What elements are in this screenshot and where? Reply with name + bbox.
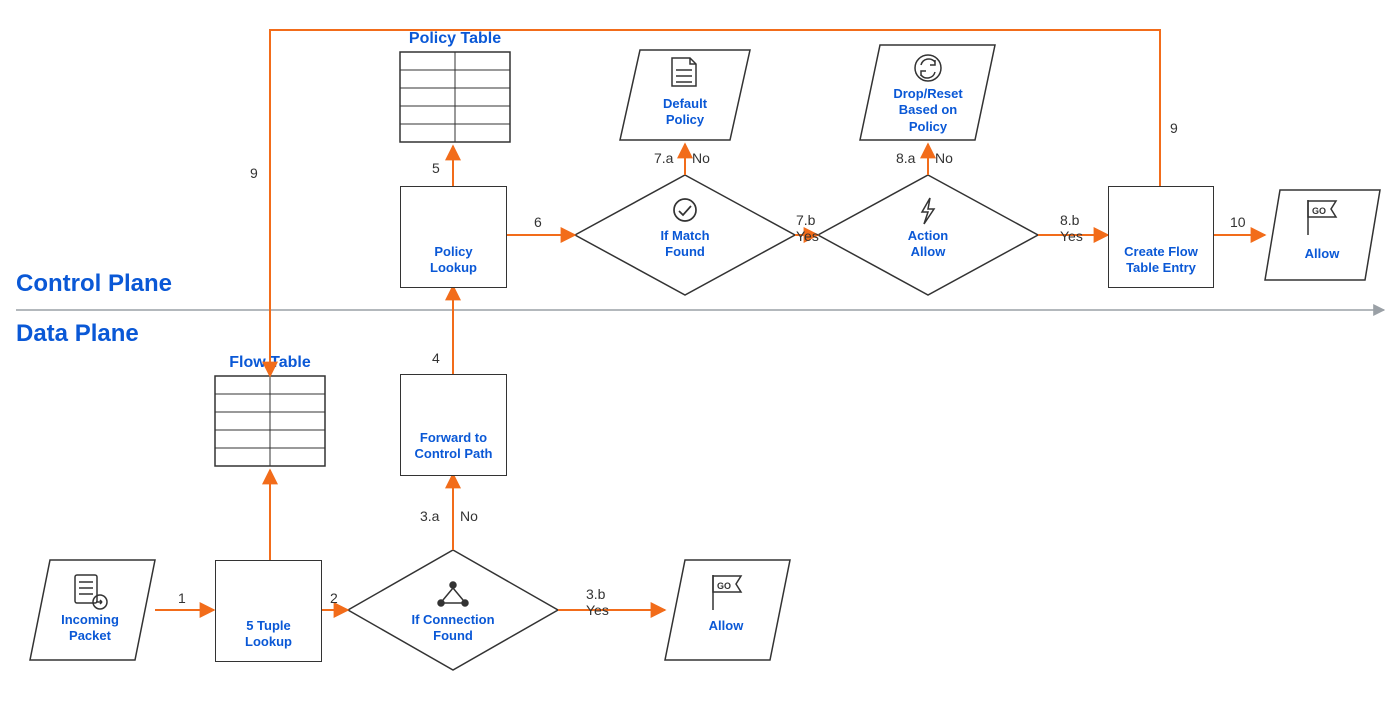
edge-7a-num: 7.a — [654, 150, 673, 166]
edge-10-num: 10 — [1230, 214, 1246, 230]
if-match-label-wrap: If Match Found — [615, 228, 755, 261]
action-allow-label-wrap: Action Allow — [858, 228, 998, 261]
incoming-packet-label-wrap: Incoming Packet — [40, 612, 140, 645]
svg-text:GO: GO — [1312, 206, 1326, 216]
edge-9d-num: 9 — [250, 165, 258, 181]
data-plane-label: Data Plane — [16, 320, 139, 348]
tuple-lookup: 5 Tuple Lookup — [215, 560, 322, 662]
edge-3b-num: 3.b — [586, 586, 605, 602]
edge-6-num: 6 — [534, 214, 542, 230]
default-policy-label: Default Policy — [630, 96, 740, 129]
policy-table-title: Policy Table — [395, 30, 515, 48]
document-icon — [672, 58, 696, 86]
policy-table — [400, 52, 510, 142]
graph-icon — [438, 582, 468, 606]
flow-table-title: Flow Table — [210, 354, 330, 372]
default-policy-label-wrap: Default Policy — [630, 96, 740, 129]
incoming-packet-label: Incoming Packet — [40, 612, 140, 645]
edge-5-num: 5 — [432, 160, 440, 176]
if-connection-label: If Connection Found — [383, 612, 523, 645]
edge-7b-label: Yes — [796, 228, 819, 244]
policy-lookup-label: Policy Lookup — [430, 244, 477, 277]
edge-4-num: 4 — [432, 350, 440, 366]
packet-icon — [75, 575, 107, 609]
go-flag-icon-ctrl: GO — [1308, 200, 1336, 235]
control-plane-label: Control Plane — [16, 270, 172, 298]
drop-reset-label-wrap: Drop/Reset Based on Policy — [866, 86, 990, 135]
allow-ctrl-shape — [1265, 190, 1380, 280]
incoming-packet-shape — [30, 560, 155, 660]
go-flag-icon-data: GO — [713, 575, 741, 610]
diagram-canvas: Control Plane Data Plane Policy Table Fl… — [0, 0, 1400, 712]
edge-8a-num: 8.a — [896, 150, 915, 166]
bolt-icon — [922, 198, 934, 224]
allow-data-label: Allow — [676, 618, 776, 634]
allow-data-shape — [665, 560, 790, 660]
if-match-label: If Match Found — [615, 228, 755, 261]
forward-cp: Forward to Control Path — [400, 374, 507, 476]
action-allow-label: Action Allow — [858, 228, 998, 261]
edge-3b-label: Yes — [586, 602, 609, 618]
allow-ctrl-label: Allow — [1272, 246, 1372, 262]
drop-reset-label: Drop/Reset Based on Policy — [866, 86, 990, 135]
edge-9c-num: 9 — [1170, 120, 1178, 136]
edge-3a-num: 3.a — [420, 508, 439, 524]
edge-3a-label: No — [460, 508, 478, 524]
create-flow: Create Flow Table Entry — [1108, 186, 1214, 288]
allow-data-label-wrap: Allow — [676, 618, 776, 634]
edge-8b-label: Yes — [1060, 228, 1083, 244]
edge-8a-label: No — [935, 150, 953, 166]
flow-table — [215, 376, 325, 466]
if-connection-shape — [348, 550, 558, 670]
refresh-icon — [915, 55, 941, 81]
edge-8b-num: 8.b — [1060, 212, 1079, 228]
svg-text:GO: GO — [717, 581, 731, 591]
policy-lookup: Policy Lookup — [400, 186, 507, 288]
tuple-lookup-label: 5 Tuple Lookup — [245, 618, 292, 651]
edge-7b-num: 7.b — [796, 212, 815, 228]
edge-2-num: 2 — [330, 590, 338, 606]
create-flow-label: Create Flow Table Entry — [1124, 244, 1198, 277]
edge-7a-label: No — [692, 150, 710, 166]
if-connection-label-wrap: If Connection Found — [383, 612, 523, 645]
check-icon — [674, 199, 696, 221]
forward-cp-label: Forward to Control Path — [415, 430, 493, 463]
edge-1-num: 1 — [178, 590, 186, 606]
allow-ctrl-label-wrap: Allow — [1272, 246, 1372, 262]
